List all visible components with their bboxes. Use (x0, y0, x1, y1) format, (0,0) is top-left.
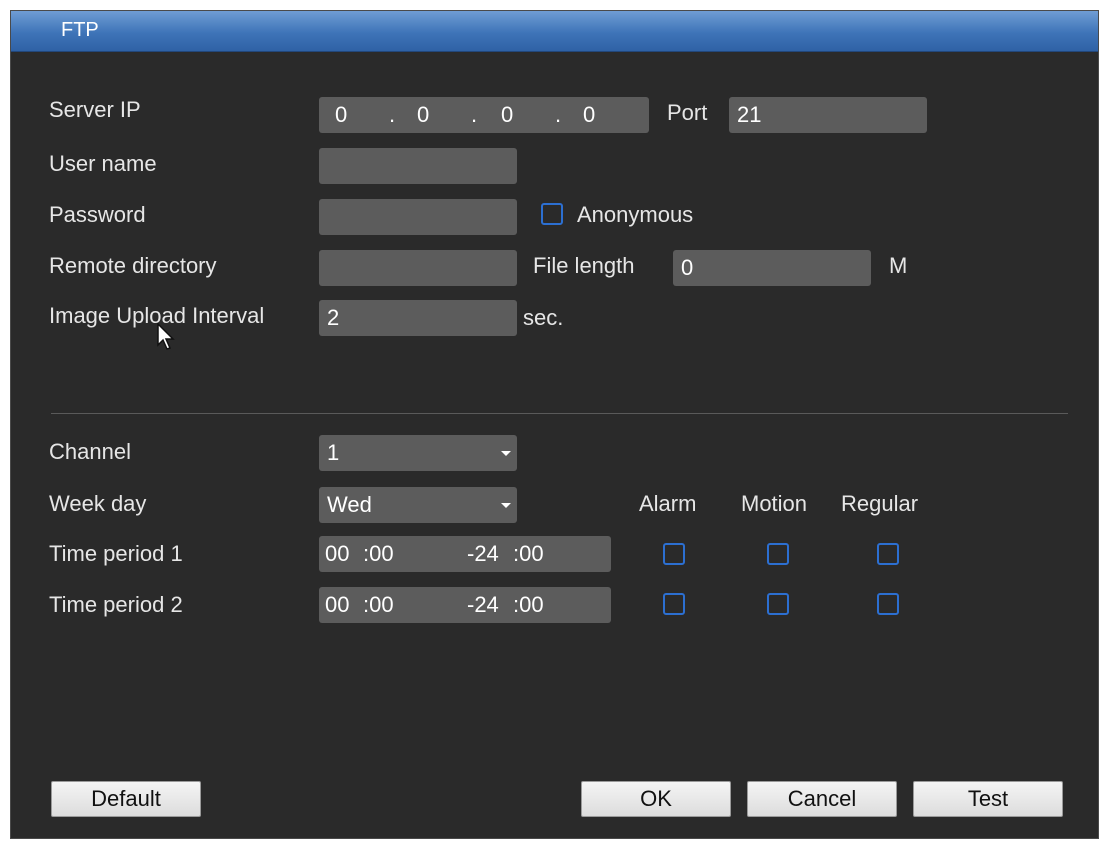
port-input[interactable]: 21 (729, 97, 927, 133)
column-header-alarm: Alarm (639, 491, 697, 516)
period-2-motion-checkbox[interactable] (767, 593, 789, 615)
mouse-pointer-icon (157, 323, 175, 350)
ip-octet-2[interactable]: 0 (417, 97, 429, 133)
user-name-input[interactable] (319, 148, 517, 184)
section-divider (51, 413, 1068, 414)
cancel-button[interactable]: Cancel (747, 781, 897, 817)
period-1-alarm-checkbox[interactable] (663, 543, 685, 565)
user-name-label: User name (49, 151, 157, 176)
file-length-unit: M (889, 253, 908, 278)
server-ip-label: Server IP (49, 97, 141, 122)
window-title: FTP (61, 19, 99, 41)
ftp-dialog: FTP Server IP 0 . 0 . 0 . 0 Port 21 User… (10, 10, 1099, 839)
ip-separator: . (389, 102, 396, 127)
default-button[interactable]: Default (51, 781, 201, 817)
ip-octet-3[interactable]: 0 (501, 97, 513, 133)
start-minute[interactable]: :00 (363, 536, 394, 572)
end-hour[interactable]: -24 (467, 536, 499, 572)
file-length-label: File length (533, 253, 635, 278)
password-label: Password (49, 202, 146, 227)
end-hour[interactable]: -24 (467, 587, 499, 623)
anonymous-label: Anonymous (577, 202, 694, 227)
column-header-motion: Motion (741, 491, 808, 516)
start-hour[interactable]: 00 (325, 587, 349, 623)
channel-value: 1 (327, 440, 340, 465)
end-minute[interactable]: :00 (513, 587, 544, 623)
period-2-regular-checkbox[interactable] (877, 593, 899, 615)
period-1-motion-checkbox[interactable] (767, 543, 789, 565)
title-bar: FTP (11, 11, 1098, 52)
ip-octet-4[interactable]: 0 (583, 97, 595, 133)
week-day-label: Week day (49, 491, 147, 516)
channel-label: Channel (49, 439, 131, 464)
remote-directory-input[interactable] (319, 250, 517, 286)
start-minute[interactable]: :00 (363, 587, 394, 623)
upload-interval-unit: sec. (523, 305, 564, 330)
upload-interval-input[interactable]: 2 (319, 300, 517, 336)
password-input[interactable] (319, 199, 517, 235)
column-header-regular: Regular (841, 491, 919, 516)
end-minute[interactable]: :00 (513, 536, 544, 572)
remote-directory-label: Remote directory (49, 253, 217, 278)
server-ip-input[interactable]: 0 . 0 . 0 . 0 (319, 97, 649, 133)
chevron-down-icon (501, 503, 511, 508)
week-day-value: Wed (327, 492, 372, 517)
time-period-2-label: Time period 2 (49, 592, 183, 617)
file-length-input[interactable]: 0 (673, 250, 871, 286)
channel-select[interactable]: 1 (319, 435, 517, 471)
anonymous-checkbox[interactable] (541, 203, 563, 225)
ip-separator: . (471, 102, 478, 127)
test-button[interactable]: Test (913, 781, 1063, 817)
chevron-down-icon (501, 451, 511, 456)
time-period-1-input[interactable]: 00 :00 -24 :00 (319, 536, 611, 572)
port-label: Port (667, 100, 708, 125)
time-period-2-input[interactable]: 00 :00 -24 :00 (319, 587, 611, 623)
week-day-select[interactable]: Wed (319, 487, 517, 523)
time-period-1-label: Time period 1 (49, 541, 183, 566)
ip-octet-1[interactable]: 0 (335, 97, 347, 133)
period-1-regular-checkbox[interactable] (877, 543, 899, 565)
ip-separator: . (555, 102, 562, 127)
period-2-alarm-checkbox[interactable] (663, 593, 685, 615)
ok-button[interactable]: OK (581, 781, 731, 817)
start-hour[interactable]: 00 (325, 536, 349, 572)
